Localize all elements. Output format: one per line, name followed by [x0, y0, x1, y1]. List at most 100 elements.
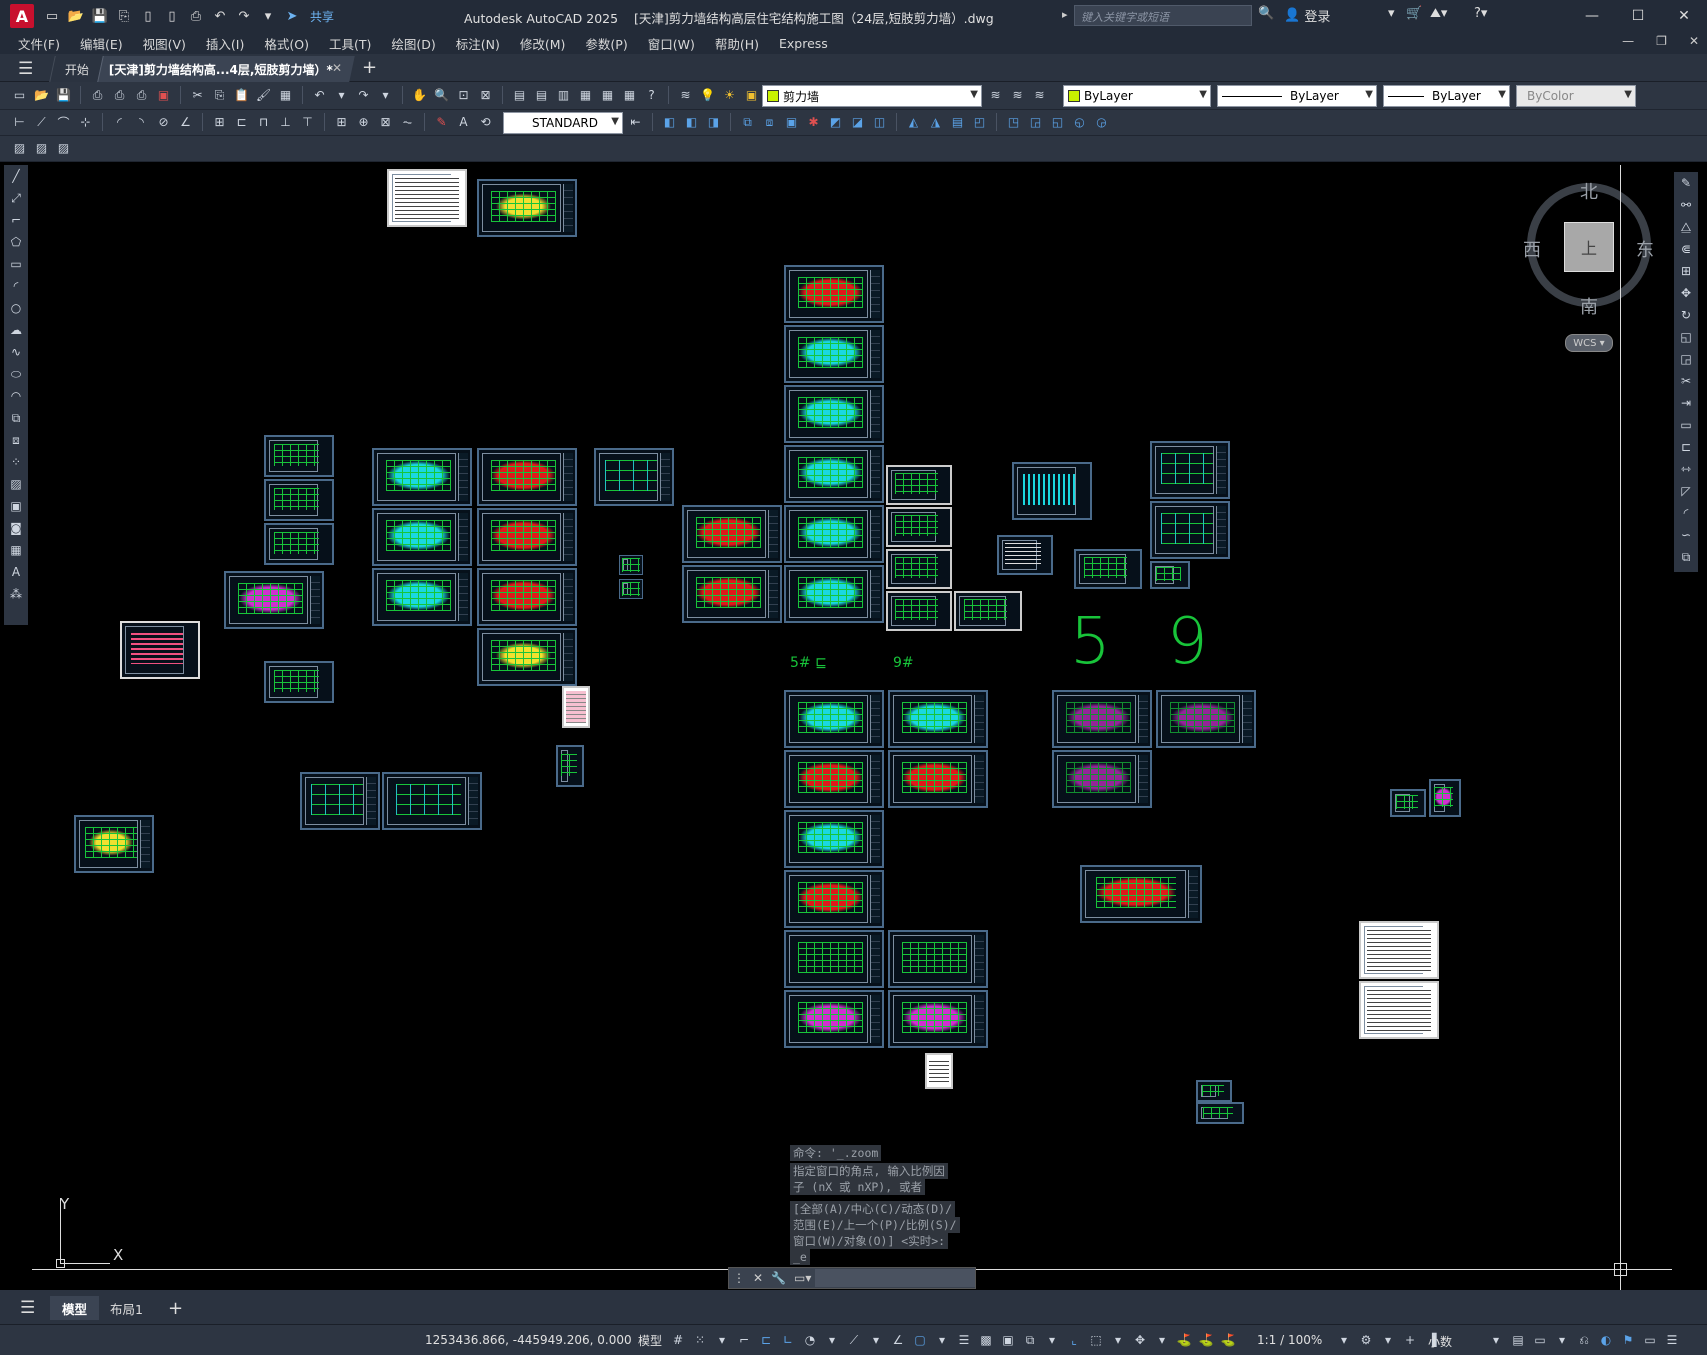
dim-arc-icon[interactable]: ⌒ — [54, 113, 73, 131]
chamfer-icon[interactable]: ◰ — [970, 113, 989, 131]
dim-edit-icon[interactable]: ✎ — [432, 113, 451, 131]
menu-parametric[interactable]: 参数(P) — [575, 34, 637, 53]
close-icon[interactable]: ✕ — [1661, 0, 1707, 32]
offset-icon[interactable]: ⧉ — [738, 113, 757, 131]
dim-angular-icon[interactable]: ∠ — [176, 113, 195, 131]
scale-icon[interactable]: ◩ — [826, 113, 845, 131]
save-web-icon[interactable]: ▯ — [162, 6, 182, 26]
menu-view[interactable]: 视图(V) — [133, 34, 196, 53]
break-icon[interactable]: ⊏ — [1674, 436, 1698, 458]
help-icon[interactable]: ? — [642, 86, 661, 104]
isodraft-dropdown-icon[interactable]: ▾ — [866, 1330, 886, 1350]
gradient-icon[interactable]: ▣ — [4, 495, 28, 517]
spline-edit-icon[interactable]: ◶ — [1092, 113, 1111, 131]
match-properties-icon[interactable]: 🖌 — [254, 86, 273, 104]
cart-icon[interactable]: 🛒 — [1406, 6, 1422, 21]
copy-object-icon[interactable]: ◧ — [682, 113, 701, 131]
tab-layout1[interactable]: 布局1 — [98, 1296, 155, 1320]
viewcube-west[interactable]: 西 — [1523, 236, 1541, 262]
selection-filter-dropdown-icon[interactable]: ▾ — [1108, 1330, 1128, 1350]
cut-icon[interactable]: ✂ — [188, 86, 207, 104]
redo-dropdown-icon[interactable]: ▾ — [376, 86, 395, 104]
redo-icon[interactable]: ↷ — [354, 86, 373, 104]
revcloud-icon[interactable]: ☁ — [4, 319, 28, 341]
array-icon[interactable]: ⧈ — [760, 113, 779, 131]
share-button[interactable]: 共享 — [310, 8, 334, 25]
layer-dropdown[interactable]: 剪力墙 ▼ — [762, 85, 982, 107]
layer-viewport-icon[interactable]: ▣ — [742, 86, 761, 104]
scale-icon[interactable]: ◱ — [1674, 326, 1698, 348]
polar-tracking-icon[interactable]: ◔ — [800, 1330, 820, 1350]
autocad-logo-icon[interactable]: A — [10, 4, 34, 28]
menu-express[interactable]: Express — [769, 36, 838, 51]
file-tabs-menu-icon[interactable]: ☰ — [18, 59, 33, 79]
open-file-icon[interactable]: 📂 — [66, 6, 86, 26]
tab-start[interactable]: 开始 — [49, 56, 104, 82]
hatch-icon[interactable]: ▨ — [4, 473, 28, 495]
new-tab-icon[interactable]: + — [362, 57, 377, 78]
dynamic-ucs-icon[interactable]: ⌞ — [1064, 1330, 1084, 1350]
trim-icon[interactable]: ◫ — [870, 113, 889, 131]
workspace-gear-icon[interactable]: ⚙ — [1356, 1330, 1376, 1350]
blend-icon[interactable]: ◲ — [1026, 113, 1045, 131]
trim-icon[interactable]: ✂ — [1674, 370, 1698, 392]
insert-block-icon[interactable]: ⧉ — [4, 407, 28, 429]
transparency-icon[interactable]: ▩ — [976, 1330, 996, 1350]
gizmo-icon[interactable]: ✥ — [1130, 1330, 1150, 1350]
erase-icon[interactable]: ✎ — [1674, 172, 1698, 194]
break-at-point-icon[interactable]: ▭ — [1674, 414, 1698, 436]
markup-icon[interactable]: ▦ — [598, 86, 617, 104]
plot-icon[interactable]: ⎙ — [186, 6, 206, 26]
doc-minimize-icon[interactable]: — — [1622, 34, 1634, 48]
center-mark-icon[interactable]: ⊕ — [354, 113, 373, 131]
3d-osnap-dropdown-icon[interactable]: ▾ — [1042, 1330, 1062, 1350]
layer-thaw-icon[interactable]: ☀ — [720, 86, 739, 104]
recent-commands-icon[interactable]: ▭▾ — [790, 1271, 815, 1285]
ellipse-arc-icon[interactable]: ◠ — [4, 385, 28, 407]
search-expand-icon[interactable]: ▸ — [1062, 8, 1068, 21]
open-web-icon[interactable]: ▯ — [138, 6, 158, 26]
design-center-icon[interactable]: ▤ — [532, 86, 551, 104]
3d-print-icon[interactable]: ▣ — [154, 86, 173, 104]
dim-radius-icon[interactable]: ◜ — [110, 113, 129, 131]
menu-window[interactable]: 窗口(W) — [638, 34, 705, 53]
spline-icon[interactable]: ∿ — [4, 341, 28, 363]
plot-icon[interactable]: ⎙ — [88, 86, 107, 104]
status-customize-icon[interactable]: ☰ — [1662, 1330, 1682, 1350]
tool-palettes-icon[interactable]: ▥ — [554, 86, 573, 104]
arc-icon[interactable]: ◜ — [4, 275, 28, 297]
zoom-previous-icon[interactable]: ⊠ — [476, 86, 495, 104]
lock-ui-icon[interactable]: ▭ — [1530, 1330, 1550, 1350]
dim-diameter-icon[interactable]: ⊘ — [154, 113, 173, 131]
dimstyle-dropdown[interactable]: STANDARD ▼ — [503, 112, 623, 134]
hardware-acceleration-icon[interactable]: ◐ — [1596, 1330, 1616, 1350]
linetype-dropdown[interactable]: ByLayer ▼ — [1217, 85, 1377, 107]
array-icon[interactable]: ⊞ — [1674, 260, 1698, 282]
layer-states-icon[interactable]: ≋ — [1030, 86, 1049, 104]
3d-osnap-icon[interactable]: ⧉ — [1020, 1330, 1040, 1350]
polar-dropdown-icon[interactable]: ▾ — [822, 1330, 842, 1350]
polyline-icon[interactable]: ⌐ — [4, 209, 28, 231]
multiline-text-icon[interactable]: A — [4, 561, 28, 583]
layout-menu-icon[interactable]: ☰ — [20, 1298, 35, 1318]
gizmo-dropdown-icon[interactable]: ▾ — [1152, 1330, 1172, 1350]
annotation-scale[interactable]: 1:1 / 100% — [1257, 1333, 1322, 1347]
block-editor-icon[interactable]: ▦ — [276, 86, 295, 104]
layer-on-icon[interactable]: 💡 — [698, 86, 717, 104]
mirror-icon[interactable]: ⧋ — [1674, 216, 1698, 238]
ortho-icon[interactable]: ∟ — [778, 1330, 798, 1350]
annotation-visibility-icon[interactable]: ⛳ — [1174, 1330, 1194, 1350]
lineweight-icon[interactable]: ☰ — [954, 1330, 974, 1350]
attribute-edit-icon[interactable]: ▨ — [10, 139, 29, 157]
sheet-set-icon[interactable]: ▦ — [576, 86, 595, 104]
annotation-scale-icon[interactable]: ⛳ — [1218, 1330, 1238, 1350]
share-icon[interactable]: ➤ — [282, 6, 302, 26]
zoom-window-icon[interactable]: ⊡ — [454, 86, 473, 104]
fillet-icon[interactable]: ◜ — [1674, 502, 1698, 524]
region-icon[interactable]: ◙ — [4, 517, 28, 539]
pedit-icon[interactable]: ◵ — [1070, 113, 1089, 131]
rectangle-icon[interactable]: ▭ — [4, 253, 28, 275]
stretch-icon[interactable]: ◲ — [1674, 348, 1698, 370]
annotation-monitor-icon[interactable]: + — [1400, 1330, 1420, 1350]
tab-model[interactable]: 模型 — [50, 1296, 100, 1320]
